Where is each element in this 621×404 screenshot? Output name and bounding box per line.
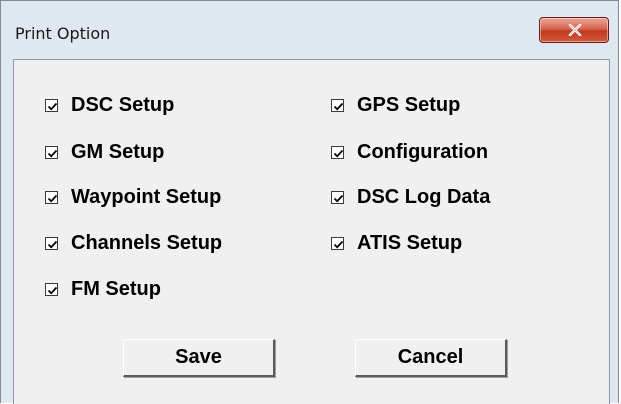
channels-setup-checkbox[interactable] <box>45 236 58 250</box>
configuration-checkbox[interactable] <box>331 145 344 159</box>
option-waypoint-setup[interactable]: Waypoint Setup <box>45 186 221 208</box>
option-dsc-setup[interactable]: DSC Setup <box>45 94 174 116</box>
option-gm-setup[interactable]: GM Setup <box>45 141 164 163</box>
option-configuration[interactable]: Configuration <box>331 141 488 163</box>
waypoint-setup-checkbox[interactable] <box>45 190 58 204</box>
channels-setup-label: Channels Setup <box>71 231 223 254</box>
gm-setup-label: GM Setup <box>71 140 165 163</box>
configuration-label: Configuration <box>357 140 489 163</box>
checkmark-icon <box>47 286 58 294</box>
checkmark-icon <box>333 240 344 248</box>
atis-setup-checkbox[interactable] <box>331 236 344 250</box>
close-button[interactable] <box>539 17 609 43</box>
window-title: Print Option <box>15 24 111 43</box>
gps-setup-label: GPS Setup <box>357 93 461 116</box>
option-gps-setup[interactable]: GPS Setup <box>331 94 460 116</box>
waypoint-setup-label: Waypoint Setup <box>71 185 222 208</box>
gm-setup-checkbox[interactable] <box>45 145 58 159</box>
checkmark-icon <box>47 240 58 248</box>
checkmark-icon <box>47 149 58 157</box>
dsc-log-data-label: DSC Log Data <box>357 185 491 208</box>
atis-setup-label: ATIS Setup <box>357 231 463 254</box>
dsc-log-data-checkbox[interactable] <box>331 190 344 204</box>
checkmark-icon <box>333 149 344 157</box>
gps-setup-checkbox[interactable] <box>331 98 344 112</box>
option-dsc-log-data[interactable]: DSC Log Data <box>331 186 490 208</box>
fm-setup-checkbox[interactable] <box>45 282 58 296</box>
checkmark-icon <box>47 102 58 110</box>
save-button[interactable]: Save <box>123 339 275 377</box>
dialog-client-area: DSC Setup GM Setup Waypoint Setup Channe… <box>13 59 610 404</box>
dsc-setup-checkbox[interactable] <box>45 98 58 112</box>
option-channels-setup[interactable]: Channels Setup <box>45 232 222 254</box>
cancel-button[interactable]: Cancel <box>355 339 507 377</box>
dsc-setup-label: DSC Setup <box>71 93 175 116</box>
close-icon <box>568 24 582 36</box>
option-atis-setup[interactable]: ATIS Setup <box>331 232 462 254</box>
print-option-dialog: Print Option DSC Setup GM Setup Waypoint… <box>0 0 619 404</box>
fm-setup-label: FM Setup <box>71 277 161 300</box>
checkmark-icon <box>47 194 58 202</box>
checkmark-icon <box>333 194 344 202</box>
checkmark-icon <box>333 102 344 110</box>
option-fm-setup[interactable]: FM Setup <box>45 278 161 300</box>
